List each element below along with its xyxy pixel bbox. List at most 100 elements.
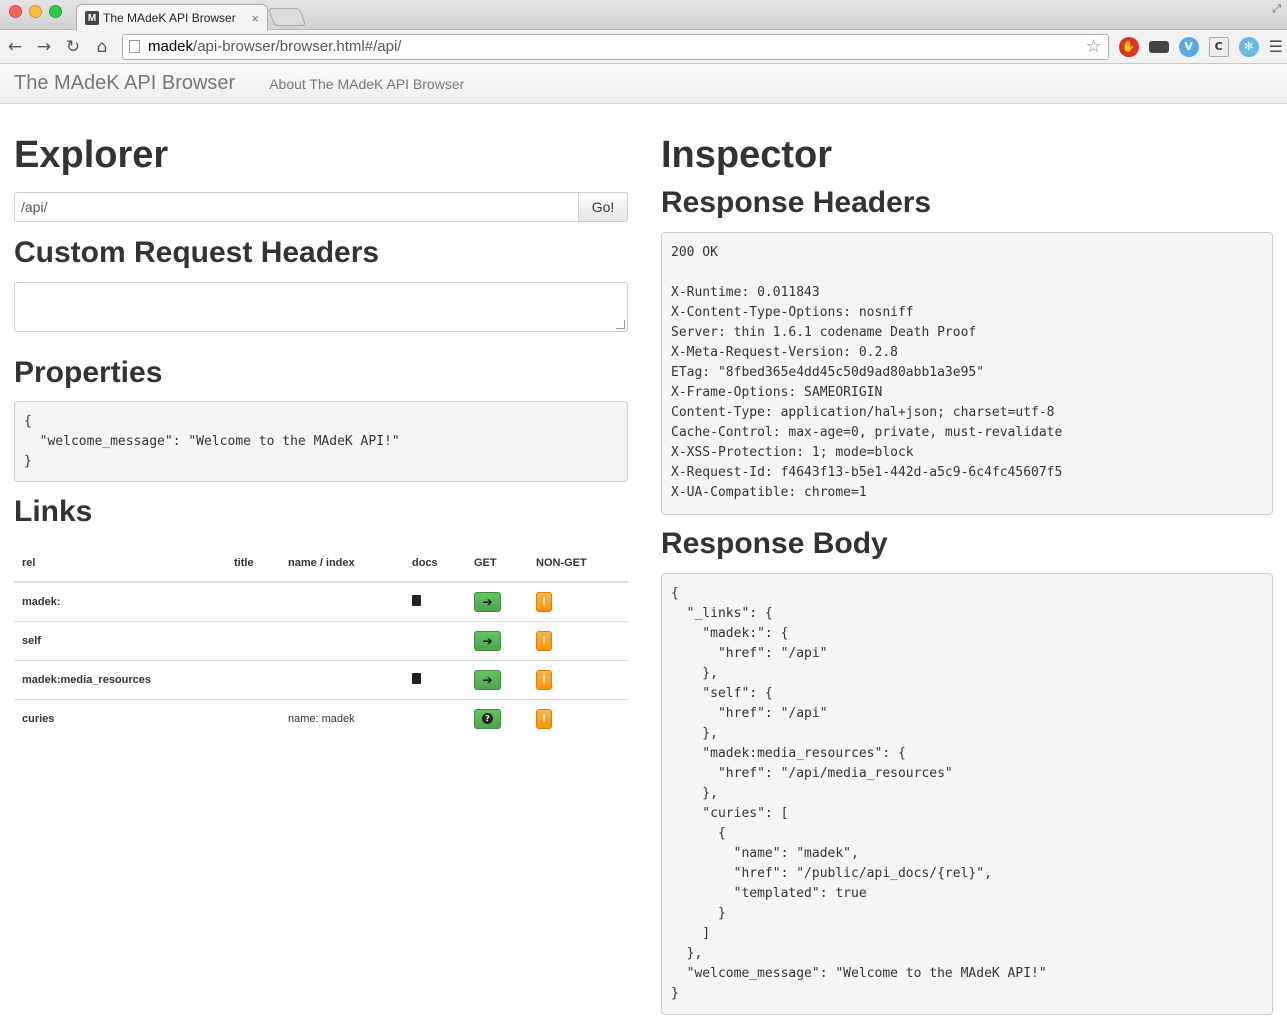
get-button[interactable]: ➔ xyxy=(474,669,501,690)
title-cell xyxy=(226,621,280,661)
reload-icon[interactable]: ↻ xyxy=(62,36,84,58)
links-table-header-row: rel title name / index docs GET NON-GET xyxy=(14,544,628,583)
response-headers-title: Response Headers xyxy=(661,186,932,219)
book-icon[interactable] xyxy=(412,672,421,684)
url-form: Go! xyxy=(14,192,628,222)
tab-close-icon[interactable]: × xyxy=(251,11,259,26)
back-arrow-icon[interactable]: ← xyxy=(4,36,26,58)
col-header-name-index: name / index xyxy=(280,544,404,583)
custom-headers-title: Custom Request Headers xyxy=(14,236,380,269)
name-cell xyxy=(280,660,404,700)
col-header-rel: rel xyxy=(14,544,226,583)
go-button[interactable]: Go! xyxy=(579,192,628,222)
tab-title: The MAdeK API Browser xyxy=(103,11,236,25)
url-input[interactable] xyxy=(14,192,579,222)
exclamation-icon: ! xyxy=(542,634,546,647)
get-cell: ➔ xyxy=(466,582,528,622)
about-link[interactable]: About The MAdeK API Browser xyxy=(269,76,464,92)
properties-json: { "welcome_message": "Welcome to the MAd… xyxy=(14,401,628,482)
title-cell xyxy=(226,699,280,738)
inspector-title: Inspector xyxy=(661,134,833,176)
home-icon[interactable]: ⌂ xyxy=(91,36,113,58)
table-row: self ➔ ! xyxy=(14,621,628,661)
window-controls xyxy=(9,5,62,18)
links-table: rel title name / index docs GET NON-GET … xyxy=(14,544,628,738)
url-host: madek xyxy=(148,38,194,55)
page-icon xyxy=(129,40,140,53)
docs-cell xyxy=(404,660,466,700)
new-tab-button[interactable] xyxy=(267,8,307,26)
title-cell xyxy=(226,582,280,622)
non-get-button[interactable]: ! xyxy=(536,669,552,690)
get-cell: ? xyxy=(466,699,528,738)
get-cell: ➔ xyxy=(466,660,528,700)
snowflake-extension-icon[interactable]: ✻ xyxy=(1238,36,1259,57)
table-row: curies name: madek ? ! xyxy=(14,699,628,738)
get-button[interactable]: ➔ xyxy=(474,591,501,612)
docs-cell xyxy=(404,582,466,622)
exclamation-icon: ! xyxy=(542,673,546,686)
non-get-cell: ! xyxy=(528,621,628,661)
response-body-title: Response Body xyxy=(661,527,888,560)
inspector-column: Inspector Response Headers 200 OK X-Runt… xyxy=(661,104,1273,1015)
non-get-cell: ! xyxy=(528,699,628,738)
arrow-right-icon: ➔ xyxy=(482,594,493,609)
browser-tab[interactable]: M The MAdeK API Browser × xyxy=(76,4,268,31)
fullscreen-icon[interactable]: ⤢ xyxy=(1272,3,1281,16)
table-row: madek:media_resources ➔ ! xyxy=(14,660,628,700)
rel-cell: madek:media_resources xyxy=(14,660,226,700)
arrow-right-icon: ➔ xyxy=(482,633,493,648)
name-cell xyxy=(280,621,404,661)
browser-tabstrip: M The MAdeK API Browser × ⤢ xyxy=(0,0,1287,31)
explorer-column: Explorer Go! Custom Request Headers Prop… xyxy=(14,104,628,1015)
forward-arrow-icon[interactable]: → xyxy=(33,36,55,58)
col-header-non-get: NON-GET xyxy=(528,544,628,583)
properties-title: Properties xyxy=(14,356,163,389)
brand-link[interactable]: The MAdeK API Browser xyxy=(14,72,235,95)
get-button[interactable]: ➔ xyxy=(474,630,501,651)
non-get-button[interactable]: ! xyxy=(536,591,552,612)
non-get-cell: ! xyxy=(528,660,628,700)
bookmark-star-icon[interactable]: ☆ xyxy=(1086,36,1102,57)
arrow-right-icon: ➔ xyxy=(482,672,493,687)
c-extension-icon[interactable]: C xyxy=(1208,36,1229,57)
response-body-block: { "_links": { "madek:": { "href": "/api"… xyxy=(661,573,1273,1015)
title-cell xyxy=(226,660,280,700)
maximize-window-button[interactable] xyxy=(49,5,62,18)
non-get-cell: ! xyxy=(528,582,628,622)
non-get-button[interactable]: ! xyxy=(536,630,552,651)
exclamation-icon: ! xyxy=(542,712,546,725)
col-header-get: GET xyxy=(466,544,528,583)
rel-cell: madek: xyxy=(14,582,226,622)
docs-cell xyxy=(404,699,466,738)
rel-cell: self xyxy=(14,621,226,661)
app-navbar: The MAdeK API Browser About The MAdeK AP… xyxy=(0,64,1287,104)
get-button[interactable]: ? xyxy=(474,708,501,729)
docs-cell xyxy=(404,621,466,661)
non-get-button[interactable]: ! xyxy=(536,708,552,729)
address-bar[interactable]: madek/api-browser/browser.html#/api/ ☆ xyxy=(122,33,1109,60)
madek-favicon-icon: M xyxy=(85,11,99,25)
adblock-extension-icon[interactable]: ✋ xyxy=(1118,36,1139,57)
custom-headers-textarea[interactable] xyxy=(14,282,628,332)
question-icon: ? xyxy=(482,713,493,725)
close-window-button[interactable] xyxy=(9,5,22,18)
main-content: Explorer Go! Custom Request Headers Prop… xyxy=(0,104,1287,1015)
incognito-extension-icon[interactable] xyxy=(1148,40,1169,53)
response-headers-block: 200 OK X-Runtime: 0.011843 X-Content-Typ… xyxy=(661,232,1273,515)
browser-menu-icon[interactable]: ☰ xyxy=(1269,37,1283,56)
minimize-window-button[interactable] xyxy=(29,5,42,18)
name-cell: name: madek xyxy=(288,712,355,725)
book-icon[interactable] xyxy=(412,594,421,606)
get-cell: ➔ xyxy=(466,621,528,661)
exclamation-icon: ! xyxy=(542,595,546,608)
name-cell xyxy=(280,582,404,622)
table-row: madek: ➔ ! xyxy=(14,582,628,622)
browser-toolbar: ← → ↻ ⌂ madek/api-browser/browser.html#/… xyxy=(0,30,1287,64)
col-header-title: title xyxy=(226,544,280,583)
links-title: Links xyxy=(14,495,93,528)
explorer-title: Explorer xyxy=(14,134,169,176)
v-extension-icon[interactable]: V xyxy=(1178,36,1199,57)
url-path: /api-browser/browser.html#/api/ xyxy=(193,38,402,55)
col-header-docs: docs xyxy=(404,544,466,583)
